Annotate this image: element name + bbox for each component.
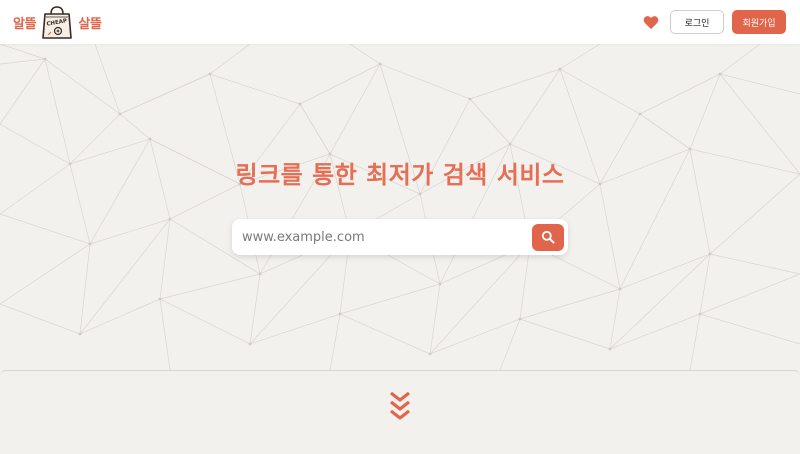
logo[interactable]: 알뜰 CHEAP 살뜰 [13,5,102,39]
chevron-triple-down-icon[interactable] [389,391,411,421]
search-icon [541,230,555,244]
url-search-input[interactable] [242,229,532,245]
hero-section [0,44,800,370]
login-button[interactable]: 로그인 [670,10,724,34]
signup-button[interactable]: 회원가입 [732,10,786,34]
logo-text-left: 알뜰 [13,16,37,32]
shopping-bag-icon: CHEAP [42,6,73,39]
background-pattern [0,44,800,370]
logo-text-right: 살뜰 [78,16,102,32]
header-actions: 로그인 회원가입 [643,10,786,34]
heart-icon[interactable] [643,15,659,30]
page-headline: 링크를 통한 최저가 검색 서비스 [235,161,565,189]
search-button[interactable] [532,223,564,251]
header: 알뜰 CHEAP 살뜰 로그인 회원가입 [0,0,800,44]
search-bar [232,219,568,255]
